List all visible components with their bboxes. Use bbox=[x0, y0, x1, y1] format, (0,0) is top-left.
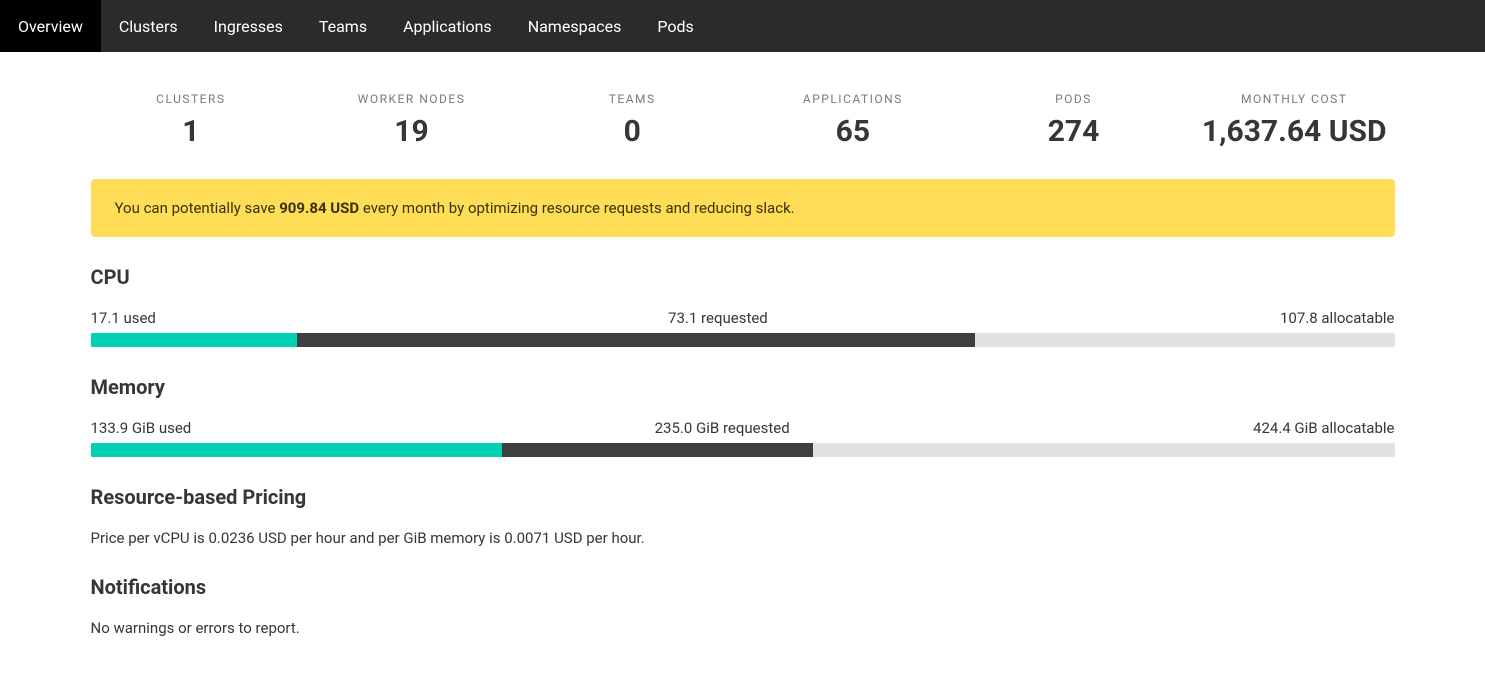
banner-amount: 909.84 USD bbox=[279, 199, 359, 217]
stat-value: 1 bbox=[91, 114, 292, 149]
cpu-used-label: 17.1 used bbox=[91, 309, 156, 327]
memory-bar-used bbox=[91, 443, 502, 457]
nav-tab-overview[interactable]: Overview bbox=[0, 0, 101, 52]
cpu-labels: 17.1 used 73.1 requested 107.8 allocatab… bbox=[91, 309, 1395, 327]
stat-label: TEAMS bbox=[532, 92, 733, 106]
stat-value: 0 bbox=[532, 114, 733, 149]
memory-section: Memory 133.9 GiB used 235.0 GiB requeste… bbox=[91, 375, 1395, 457]
memory-title: Memory bbox=[91, 375, 1395, 399]
notifications-title: Notifications bbox=[91, 575, 1395, 599]
stat-value: 1,637.64 USD bbox=[1194, 114, 1395, 149]
top-nav: Overview Clusters Ingresses Teams Applic… bbox=[0, 0, 1485, 52]
stat-monthly-cost: MONTHLY COST 1,637.64 USD bbox=[1194, 92, 1395, 149]
memory-allocatable-label: 424.4 GiB allocatable bbox=[1253, 419, 1394, 437]
stat-label: PODS bbox=[973, 92, 1174, 106]
pricing-text: Price per vCPU is 0.0236 USD per hour an… bbox=[91, 529, 1395, 547]
stat-value: 274 bbox=[973, 114, 1174, 149]
stat-value: 19 bbox=[311, 114, 512, 149]
stat-teams: TEAMS 0 bbox=[532, 92, 733, 149]
cpu-section: CPU 17.1 used 73.1 requested 107.8 alloc… bbox=[91, 265, 1395, 347]
pricing-title: Resource-based Pricing bbox=[91, 485, 1395, 509]
stats-row: CLUSTERS 1 WORKER NODES 19 TEAMS 0 APPLI… bbox=[91, 92, 1395, 149]
stat-applications: APPLICATIONS 65 bbox=[753, 92, 954, 149]
memory-requested-label: 235.0 GiB requested bbox=[655, 419, 790, 437]
cpu-requested-label: 73.1 requested bbox=[668, 309, 768, 327]
banner-suffix: every month by optimizing resource reque… bbox=[359, 199, 794, 217]
cpu-allocatable-label: 107.8 allocatable bbox=[1280, 309, 1395, 327]
cpu-bar bbox=[91, 333, 1395, 347]
stat-pods: PODS 274 bbox=[973, 92, 1174, 149]
nav-tab-namespaces[interactable]: Namespaces bbox=[510, 0, 640, 52]
stat-value: 65 bbox=[753, 114, 954, 149]
cpu-title: CPU bbox=[91, 265, 1395, 289]
banner-prefix: You can potentially save bbox=[115, 199, 280, 217]
nav-tab-ingresses[interactable]: Ingresses bbox=[196, 0, 301, 52]
notifications-text: No warnings or errors to report. bbox=[91, 619, 1395, 637]
stat-label: WORKER NODES bbox=[311, 92, 512, 106]
cpu-bar-used bbox=[91, 333, 298, 347]
memory-bar bbox=[91, 443, 1395, 457]
savings-banner: You can potentially save 909.84 USD ever… bbox=[91, 179, 1395, 237]
stat-label: APPLICATIONS bbox=[753, 92, 954, 106]
memory-used-label: 133.9 GiB used bbox=[91, 419, 192, 437]
nav-tab-clusters[interactable]: Clusters bbox=[101, 0, 196, 52]
main-content: CLUSTERS 1 WORKER NODES 19 TEAMS 0 APPLI… bbox=[71, 52, 1415, 685]
stat-clusters: CLUSTERS 1 bbox=[91, 92, 292, 149]
memory-labels: 133.9 GiB used 235.0 GiB requested 424.4… bbox=[91, 419, 1395, 437]
nav-tab-teams[interactable]: Teams bbox=[301, 0, 385, 52]
stat-label: CLUSTERS bbox=[91, 92, 292, 106]
stat-label: MONTHLY COST bbox=[1194, 92, 1395, 106]
stat-worker-nodes: WORKER NODES 19 bbox=[311, 92, 512, 149]
nav-tab-applications[interactable]: Applications bbox=[385, 0, 510, 52]
nav-tab-pods[interactable]: Pods bbox=[639, 0, 711, 52]
